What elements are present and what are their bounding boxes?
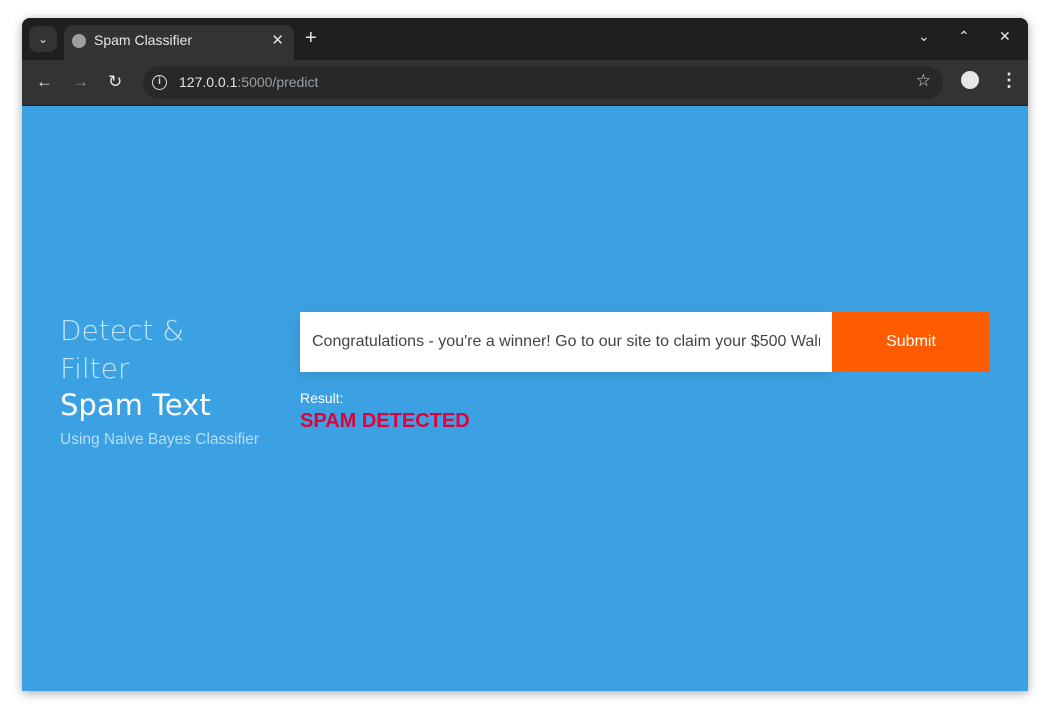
address-bar[interactable]: i 127.0.0.1:5000/predict ☆ [143,66,943,99]
subtitle: Using Naive Bayes Classifier [60,431,259,448]
forward-icon[interactable]: → [72,72,89,92]
star-icon[interactable]: ☆ [916,71,931,91]
minimize-icon[interactable]: ⌄ [918,28,930,45]
url-host: 127.0.0.1 [179,74,238,90]
back-icon[interactable]: ← [36,72,53,92]
tab-title: Spam Classifier [94,32,193,48]
menu-icon[interactable]: ⋮ [1000,70,1018,91]
url-text[interactable]: 127.0.0.1:5000/predict [179,74,318,90]
tab-spam-classifier[interactable]: Spam Classifier ✕ [64,25,294,60]
close-icon[interactable]: ✕ [271,31,284,49]
result-value: SPAM DETECTED [300,410,470,432]
toolbar: ← → ↻ i 127.0.0.1:5000/predict ☆ ⋮ [22,60,1028,106]
chevron-down-icon[interactable]: ⌄ [29,26,57,52]
result-label: Result: [300,390,344,406]
reload-icon[interactable]: ↻ [108,72,122,92]
plus-icon[interactable]: + [305,27,317,50]
url-path: :5000/predict [237,74,319,90]
info-icon[interactable]: i [152,75,167,90]
tab-bar: ⌄ Spam Classifier ✕ + ⌄ ⌃ ✕ [22,18,1028,60]
message-input[interactable] [300,312,832,372]
close-window-icon[interactable]: ✕ [999,28,1011,45]
submit-button[interactable]: Submit [832,312,990,372]
page-content: Detect & Filter Spam Text Using Naive Ba… [22,106,1028,691]
maximize-icon[interactable]: ⌃ [958,28,970,45]
profile-icon[interactable] [961,71,979,89]
browser-window: ⌄ Spam Classifier ✕ + ⌄ ⌃ ✕ ← → ↻ i 127.… [22,18,1028,691]
heading-light: Detect & Filter [60,314,185,385]
globe-icon [72,34,86,48]
heading-bold: Spam Text [60,388,211,422]
